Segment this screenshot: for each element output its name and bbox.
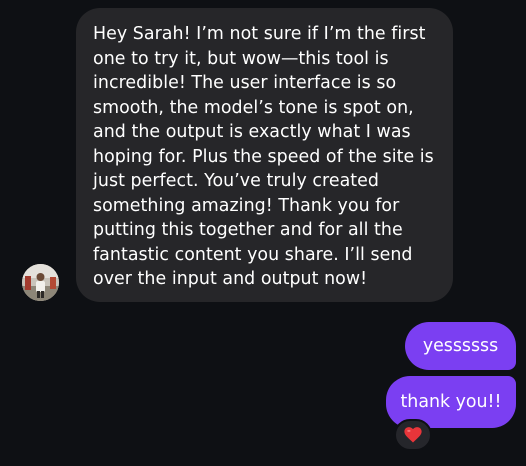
message-line: just perfect. You’ve truly created bbox=[93, 171, 380, 191]
message-line: hoping for. Plus the speed of the site i… bbox=[93, 146, 434, 167]
message-line: putting this together and for all the bbox=[93, 220, 403, 240]
sender-avatar[interactable] bbox=[22, 264, 59, 301]
message-line: smooth, the model’s tone is spot on, bbox=[93, 97, 414, 118]
message-line: fantastic content you share. I’ll send bbox=[93, 244, 413, 265]
message-line: one to try it, but wow—this tool is bbox=[93, 48, 389, 69]
incoming-message-bubble[interactable]: Hey Sarah! I’m not sure if I’m the first… bbox=[76, 8, 453, 302]
message-reaction[interactable] bbox=[394, 419, 432, 451]
message-line: Hey Sarah! I’m not sure if I’m the first bbox=[93, 24, 426, 44]
incoming-message-text: Hey Sarah! I’m not sure if I’m the first… bbox=[93, 22, 437, 292]
outgoing-message-text: yessssss bbox=[422, 336, 499, 356]
message-line: over the input and output now! bbox=[93, 269, 368, 289]
outgoing-message-text: thank you!! bbox=[400, 392, 502, 412]
chat-thread: Hey Sarah! I’m not sure if I’m the first… bbox=[0, 0, 526, 466]
message-line: something amazing! Thank you for bbox=[93, 195, 400, 216]
message-line: and the output is exactly what I was bbox=[93, 122, 411, 142]
outgoing-message-bubble[interactable]: yessssss bbox=[405, 322, 516, 370]
profile-photo-icon bbox=[22, 264, 59, 301]
message-line: incredible! The user interface is so bbox=[93, 73, 397, 93]
red-heart-icon bbox=[404, 427, 422, 443]
